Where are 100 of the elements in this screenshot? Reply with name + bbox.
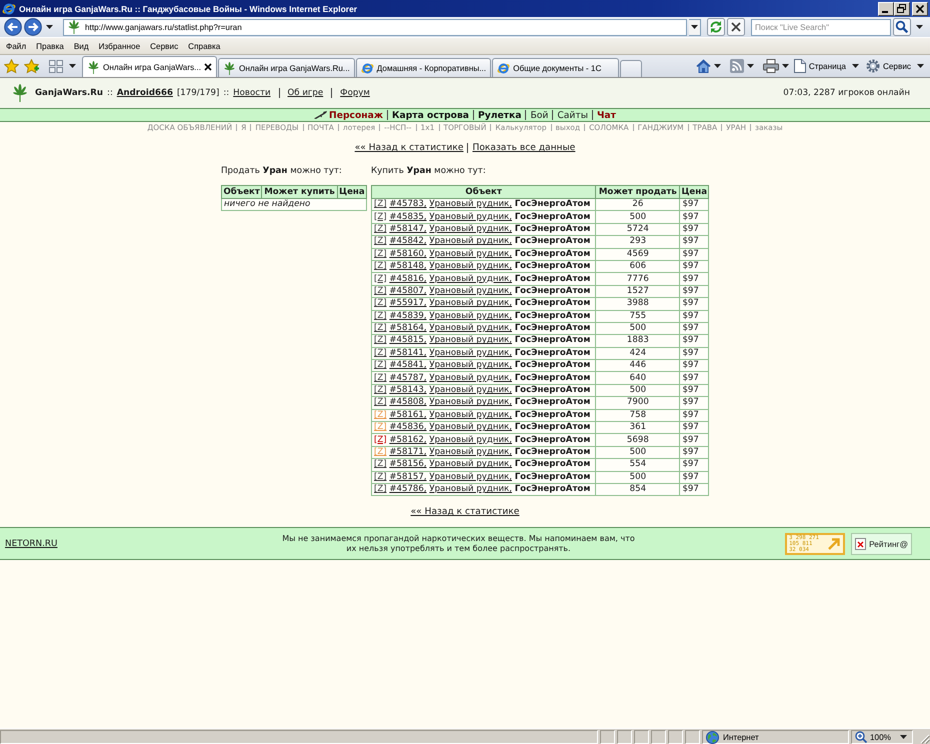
object-link[interactable]: #45839, — [389, 310, 427, 321]
object-type-link[interactable]: Урановый рудник, — [429, 484, 512, 494]
tag-link[interactable]: [Z] — [374, 236, 387, 246]
object-type-link[interactable]: Урановый рудник, — [429, 212, 512, 222]
close-icon[interactable] — [204, 63, 212, 71]
menu-item[interactable]: Справка — [183, 42, 226, 50]
object-type-link[interactable]: Урановый рудник, — [429, 422, 512, 432]
object-link[interactable]: #58160, — [389, 248, 427, 259]
nav-link[interactable]: Рулетка — [478, 110, 522, 120]
new-tab-button[interactable] — [620, 60, 642, 77]
browser-tab[interactable]: Онлайн игра GanjaWars.Ru... — [218, 58, 355, 77]
username-link[interactable]: Android666 — [116, 88, 173, 98]
tag-link[interactable]: [Z] — [374, 372, 387, 383]
object-type-link[interactable]: Урановый рудник, — [429, 360, 512, 370]
object-type-link[interactable]: Урановый рудник, — [429, 323, 512, 334]
object-link[interactable]: #58164, — [389, 323, 427, 334]
tag-link[interactable]: [Z] — [374, 397, 387, 408]
tag-link[interactable]: [Z] — [374, 385, 387, 396]
header-link[interactable]: Новости — [233, 88, 271, 98]
object-type-link[interactable]: Урановый рудник, — [429, 459, 512, 470]
toolbar-button[interactable]: Страница — [792, 57, 861, 75]
caret-icon[interactable] — [69, 64, 76, 68]
page-link[interactable]: «« Назад к статистике — [410, 507, 520, 518]
minimize-button[interactable] — [878, 2, 894, 16]
object-type-link[interactable]: Урановый рудник, — [429, 434, 512, 445]
nav-link[interactable]: Чат — [596, 110, 616, 120]
menu-item[interactable]: Файл — [1, 42, 32, 50]
object-link[interactable]: #45783, — [389, 199, 427, 210]
tag-link[interactable]: [Z] — [374, 335, 387, 346]
caret-icon[interactable] — [746, 64, 754, 68]
object-type-link[interactable]: Урановый рудник, — [429, 261, 512, 272]
search-field[interactable]: Поиск "Live Search" — [751, 18, 891, 36]
header-link[interactable]: Форум — [340, 88, 370, 98]
object-type-link[interactable]: Урановый рудник, — [429, 248, 512, 259]
object-link[interactable]: #45815, — [389, 335, 427, 346]
object-link[interactable]: #58148, — [389, 261, 427, 272]
nav-link[interactable]: Персонаж — [329, 110, 383, 120]
tag-link[interactable]: [Z] — [374, 274, 387, 284]
tag-link[interactable]: [Z] — [374, 459, 387, 470]
add-star-icon[interactable] — [24, 58, 39, 74]
nav-link[interactable]: Бой — [530, 110, 548, 120]
nav-link[interactable]: Сайты — [557, 110, 588, 120]
object-link[interactable]: #58141, — [389, 348, 427, 358]
close-button[interactable] — [912, 2, 928, 16]
tag-link[interactable]: [Z] — [374, 298, 387, 308]
restore-button[interactable] — [894, 2, 910, 16]
page-link[interactable]: «« Назад к статистике — [354, 143, 464, 153]
object-link[interactable]: #58143, — [389, 385, 427, 396]
object-type-link[interactable]: Урановый рудник, — [429, 298, 512, 308]
object-type-link[interactable]: Урановый рудник, — [429, 274, 512, 284]
tag-link[interactable]: [Z] — [374, 323, 387, 334]
tag-link[interactable]: [Z] — [374, 348, 387, 358]
caret-icon[interactable] — [46, 25, 53, 29]
back-icon[interactable] — [4, 18, 22, 36]
star-icon[interactable] — [4, 58, 19, 74]
object-link[interactable]: #45807, — [389, 286, 427, 296]
tag-link[interactable]: [Z] — [374, 484, 387, 494]
object-type-link[interactable]: Урановый рудник, — [429, 348, 512, 358]
object-link[interactable]: #58162, — [389, 434, 427, 445]
tab-grid-icon[interactable] — [48, 58, 64, 74]
object-type-link[interactable]: Урановый рудник, — [429, 472, 512, 482]
object-link[interactable]: #58147, — [389, 224, 427, 234]
footer-link[interactable]: NETORN.RU — [5, 538, 58, 549]
object-link[interactable]: #45841, — [389, 360, 427, 370]
object-type-link[interactable]: Урановый рудник, — [429, 385, 512, 396]
object-link[interactable]: #58161, — [389, 410, 427, 420]
tag-link[interactable]: [Z] — [374, 261, 387, 272]
object-link[interactable]: #45786, — [389, 484, 427, 494]
tag-link[interactable]: [Z] — [374, 472, 387, 482]
tag-link[interactable]: [Z] — [374, 248, 387, 259]
dropdown-button[interactable] — [689, 18, 701, 36]
browser-tab[interactable]: Домашняя - Корпоративны... — [356, 58, 492, 77]
object-link[interactable]: #45787, — [389, 372, 427, 383]
menu-item[interactable]: Правка — [31, 42, 69, 50]
object-type-link[interactable]: Урановый рудник, — [429, 372, 512, 383]
object-type-link[interactable]: Урановый рудник, — [429, 410, 512, 420]
caret-icon[interactable] — [782, 64, 789, 68]
object-link[interactable]: #45835, — [389, 212, 427, 222]
caret-icon[interactable] — [916, 25, 923, 29]
menu-item[interactable]: Избранное — [94, 42, 146, 50]
object-link[interactable]: #45808, — [389, 397, 427, 408]
menu-item[interactable]: Вид — [68, 42, 94, 50]
tag-link[interactable]: [Z] — [374, 360, 387, 370]
browser-tab[interactable]: Общие документы - 1С — [492, 58, 620, 77]
object-type-link[interactable]: Урановый рудник, — [429, 310, 512, 321]
tag-link[interactable]: [Z] — [374, 224, 387, 234]
tag-link[interactable]: [Z] — [374, 199, 387, 210]
tag-link[interactable]: [Z] — [374, 286, 387, 296]
home-icon[interactable] — [696, 59, 711, 73]
forward-icon[interactable] — [24, 18, 42, 36]
object-link[interactable]: #45816, — [389, 274, 427, 284]
caret-icon[interactable] — [714, 64, 721, 68]
rating-badge[interactable]: Рейтинг@ — [851, 532, 912, 555]
tag-link[interactable]: [Z] — [374, 310, 387, 321]
tag-link[interactable]: [Z] — [374, 434, 387, 445]
object-type-link[interactable]: Урановый рудник, — [429, 236, 512, 246]
toolbar-button[interactable]: Сервис — [864, 57, 926, 75]
object-link[interactable]: #55917, — [389, 298, 427, 308]
nav-link[interactable]: Карта острова — [392, 110, 469, 120]
address-field[interactable]: http://www.ganjawars.ru/statlist.php?r=uran — [63, 18, 687, 36]
